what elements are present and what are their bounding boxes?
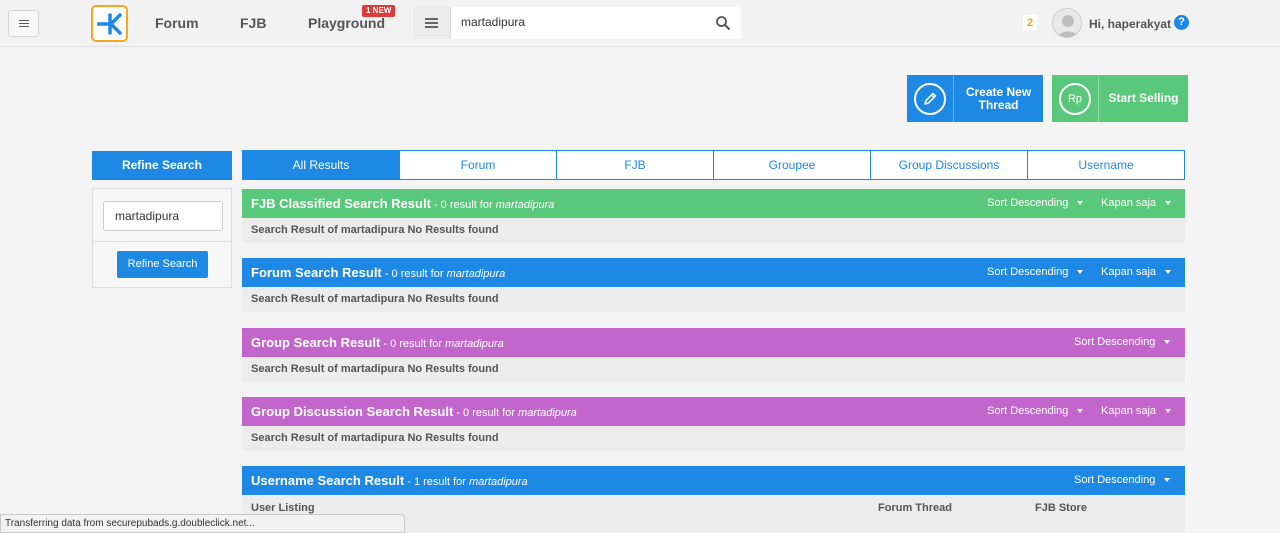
help-icon[interactable]: ? (1174, 15, 1189, 30)
tab-username[interactable]: Username (1027, 151, 1184, 179)
result-keyword: martadipura (495, 199, 555, 211)
logo-k-icon (96, 12, 122, 35)
nav-forum[interactable]: Forum (155, 15, 199, 31)
section-title: Group Search Result (251, 335, 381, 350)
browser-status-bar: Transferring data from securepubads.g.do… (0, 514, 405, 533)
caret-down-icon (1165, 270, 1172, 275)
caret-down-icon (1077, 270, 1084, 275)
rupiah-icon: Rp (1059, 82, 1091, 115)
time-filter-dropdown[interactable]: Kapan saja (1101, 189, 1172, 218)
refine-search-title: Refine Search (92, 151, 232, 180)
result-keyword: martadipura (468, 476, 528, 488)
group-discussion-result-header: Group Discussion Search Result - 0 resul… (242, 397, 1185, 426)
caret-down-icon (1077, 409, 1084, 414)
pencil-icon (924, 92, 937, 105)
column-forum-thread: Forum Thread (878, 502, 952, 514)
sort-dropdown[interactable]: Sort Descending (987, 189, 1084, 218)
sort-dropdown[interactable]: Sort Descending (1074, 328, 1171, 357)
caret-down-icon (1164, 478, 1171, 483)
result-keyword: martadipura (446, 268, 506, 280)
forum-result-body: Search Result of martadipura No Results … (242, 287, 1185, 312)
sort-dropdown[interactable]: Sort Descending (1074, 466, 1171, 495)
group-result-body: Search Result of martadipura No Results … (242, 357, 1185, 382)
column-user-listing: User Listing (251, 502, 315, 514)
caret-down-icon (1165, 201, 1172, 206)
kaskus-logo[interactable] (91, 5, 128, 42)
caret-down-icon (1077, 201, 1084, 206)
new-badge: 1 NEW (362, 5, 396, 17)
start-selling-label: Start Selling (1108, 91, 1179, 105)
fjb-result-header: FJB Classified Search Result - 0 result … (242, 189, 1185, 218)
group-result-header: Group Search Result - 0 result for marta… (242, 328, 1185, 357)
create-thread-button[interactable]: Create New Thread (907, 75, 1043, 122)
create-thread-label: Create New Thread (965, 84, 1032, 112)
divider (93, 241, 231, 242)
list-icon (425, 22, 438, 24)
tab-groupee[interactable]: Groupee (713, 151, 870, 179)
tab-all-results[interactable]: All Results (243, 151, 399, 179)
group-discussion-result-body: Search Result of martadipura No Results … (242, 426, 1185, 451)
username-result-header: Username Search Result - 1 result for ma… (242, 466, 1185, 495)
tab-fjb[interactable]: FJB (556, 151, 713, 179)
user-avatar-icon (1057, 15, 1079, 37)
result-count: - 0 result for (381, 268, 447, 280)
result-count: - 1 result for (404, 476, 469, 488)
forum-result-header: Forum Search Result - 0 result for marta… (242, 258, 1185, 287)
section-title: Forum Search Result (251, 265, 382, 280)
result-keyword: martadipura (445, 338, 504, 350)
refine-search-button[interactable]: Refine Search (117, 251, 208, 278)
result-count: - 0 result for (380, 338, 446, 350)
search-category-button[interactable] (413, 7, 451, 39)
result-count: - 0 result for (430, 199, 496, 211)
start-selling-icon-wrap: Rp (1052, 75, 1099, 122)
result-tabs: All Results Forum FJB Groupee Group Disc… (242, 150, 1185, 180)
section-title: Group Discussion Search Result (251, 404, 454, 419)
nav-playground[interactable]: Playground (308, 15, 385, 31)
notification-count[interactable]: 2 (1023, 15, 1037, 31)
refine-search-input[interactable] (103, 201, 223, 231)
sort-dropdown[interactable]: Sort Descending (987, 258, 1084, 287)
refine-search-panel: Refine Search (92, 188, 232, 288)
hamburger-icon (18, 22, 29, 25)
caret-down-icon (1164, 340, 1171, 345)
user-greeting[interactable]: Hi, haperakyat (1089, 17, 1171, 31)
search-input[interactable] (461, 15, 701, 29)
result-count: - 0 result for (453, 407, 519, 419)
fjb-result-body: Search Result of martadipura No Results … (242, 218, 1185, 243)
column-fjb-store: FJB Store (1035, 502, 1087, 514)
avatar[interactable] (1052, 8, 1082, 38)
result-keyword: martadipura (518, 407, 577, 419)
tab-group-discussions[interactable]: Group Discussions (870, 151, 1027, 179)
menu-toggle-button[interactable] (8, 10, 39, 37)
start-selling-button[interactable]: Rp Start Selling (1052, 75, 1188, 122)
section-title: FJB Classified Search Result (251, 196, 431, 211)
sort-dropdown[interactable]: Sort Descending (987, 397, 1084, 426)
top-navbar: Forum FJB Playground 1 NEW 2 Hi, haperak… (0, 0, 1280, 47)
section-title: Username Search Result (251, 473, 405, 488)
time-filter-dropdown[interactable]: Kapan saja (1101, 258, 1172, 287)
time-filter-dropdown[interactable]: Kapan saja (1101, 397, 1172, 426)
create-thread-icon-wrap (907, 75, 954, 122)
search-bar (413, 7, 741, 39)
nav-fjb[interactable]: FJB (240, 15, 266, 31)
tab-forum[interactable]: Forum (399, 151, 556, 179)
caret-down-icon (1165, 409, 1172, 414)
search-icon[interactable] (715, 15, 731, 31)
